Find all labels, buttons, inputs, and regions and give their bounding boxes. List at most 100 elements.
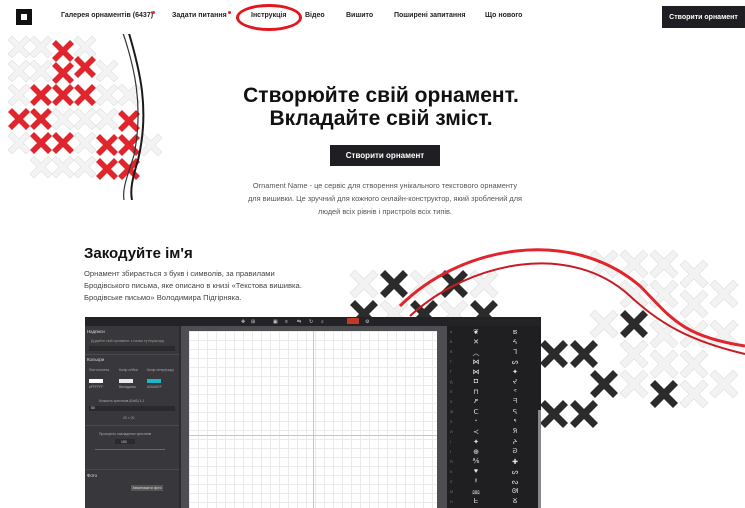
glyph-tile[interactable]: ᔓ [504, 478, 526, 486]
glyph-tile[interactable]: ᖆ [504, 428, 526, 436]
mirror-icon[interactable]: ⇆ [297, 319, 301, 325]
row-number: Б [450, 340, 453, 344]
glyph-tile[interactable]: ✕ [465, 338, 487, 346]
upload-photo-button[interactable]: Завантажити фото [131, 485, 163, 491]
nav-whats-new[interactable]: Що нового [485, 12, 522, 19]
row-number: Г [450, 360, 452, 364]
color-swatch-bg[interactable] [89, 379, 103, 383]
glyph-tile[interactable]: ዖ [465, 398, 487, 406]
glyph-tile[interactable]: ᕝ [504, 388, 526, 396]
divider [85, 354, 179, 355]
color-label-stitch: Колір стібка [119, 368, 138, 372]
section-title: Закодуйте ім'я [84, 245, 193, 262]
glyph-tile[interactable]: ⅍ [465, 458, 487, 465]
glyph-tile[interactable]: ຣ [504, 328, 526, 336]
glyph-tile[interactable]: ᔕ [504, 468, 526, 476]
glyph-tile[interactable]: ⋈ [465, 368, 487, 376]
glyph-tile[interactable]: ᘐ [504, 448, 526, 456]
row-number: З [450, 420, 453, 424]
glyph-tile[interactable]: ᕐ [504, 418, 526, 426]
nav-ask-question[interactable]: Задати питання [172, 12, 227, 19]
hero-title: Створюйте свій орнамент. Вкладайте свій … [208, 84, 554, 130]
glyph-column-left: A Б В Г Ґ Д Е Є Ж З И І Ї Й К Л М Н ❦ ✕ … [447, 326, 494, 508]
glyph-tile[interactable]: ⅏ [465, 488, 487, 497]
glyph-tile[interactable]: ❦ [465, 328, 487, 336]
divider [85, 469, 179, 470]
glyph-tile[interactable]: ᐩ [465, 418, 487, 426]
opacity-slider[interactable] [95, 449, 165, 450]
size-display: 20 × 20 [123, 416, 135, 420]
create-ornament-button[interactable]: Створити орнамент [662, 6, 745, 28]
color-value-letters: #00ADEF [147, 385, 162, 389]
notification-dot [228, 11, 231, 14]
glyph-tile[interactable]: ᕋ [504, 408, 526, 416]
frame-icon[interactable]: ▣ [273, 319, 278, 325]
glyph-tile[interactable]: ⋈ [465, 358, 487, 366]
glyph-tile[interactable]: ᑕ [465, 408, 487, 416]
size-value: 50 [91, 406, 95, 410]
row-number: К [450, 470, 453, 474]
nav-gallery[interactable]: Галерея орнаментів (6437) [61, 12, 153, 19]
page-scrollbar[interactable] [538, 410, 541, 508]
glyph-tile[interactable]: ✚ [504, 458, 526, 466]
glyph-tile[interactable]: ᘜ [504, 498, 526, 506]
color-value-stitch: Випадково [119, 385, 136, 389]
nav-faq[interactable]: Поширені запитання [394, 12, 465, 19]
glyph-tile[interactable]: ᔨ [504, 438, 526, 446]
size-input[interactable] [89, 406, 175, 411]
glyph-tile[interactable]: ⊕ [465, 448, 487, 456]
glyph-tile[interactable]: ᔦ [504, 338, 526, 346]
glyph-tile[interactable]: ᔕ [504, 358, 526, 366]
embroidery-canvas[interactable] [189, 331, 437, 508]
divider [85, 425, 179, 426]
settings-panel: Надписи Додайте свій орнамент з назви ту… [85, 326, 179, 508]
grid-icon[interactable]: ⊞ [251, 319, 255, 325]
nav-embroidered[interactable]: Вишито [346, 12, 373, 19]
opacity-label: Прозорість накладених хрестиків [99, 432, 152, 436]
rotate-icon[interactable]: ↻ [309, 319, 313, 325]
glyph-tile[interactable]: ♥ [465, 468, 487, 475]
glyph-tile[interactable]: ☿ [465, 478, 487, 485]
glyph-tile[interactable]: ᖷ [504, 398, 526, 406]
glyph-tile[interactable]: ᖶ [465, 498, 487, 506]
glyph-tile[interactable]: ◘ [465, 378, 487, 385]
glyph-tile[interactable]: ✦ [465, 438, 487, 446]
horizontal-guide [189, 435, 437, 436]
logo-icon[interactable] [16, 9, 32, 25]
glyph-tile[interactable]: ≺ [465, 428, 487, 436]
app-preview: ✥ ⊞ ▣ ≡ ⇆ ↻ ⌕ ⚙ Надписи Додайте свій орн… [85, 317, 541, 508]
hero-title-line2: Вкладайте свій зміст. [269, 107, 493, 130]
align-icon[interactable]: ≡ [285, 319, 288, 325]
color-label-letters: Колір літер/узору [147, 368, 174, 372]
zoom-icon[interactable]: ⌕ [321, 319, 324, 325]
move-icon[interactable]: ✥ [241, 319, 245, 325]
color-toggle[interactable] [347, 318, 359, 324]
section-description: Орнамент збирається з букв і символів, з… [84, 269, 302, 302]
row-number: И [450, 430, 453, 434]
top-nav: Галерея орнаментів (6437) Задати питання… [0, 0, 745, 34]
row-number: Ї [450, 450, 451, 454]
cross-stitch-decoration [7, 30, 163, 200]
nav-video[interactable]: Відео [305, 12, 325, 19]
row-number: Ґ [450, 370, 452, 374]
opacity-value: 100 [121, 440, 127, 444]
hero-create-ornament-button[interactable]: Створити орнамент [330, 145, 440, 166]
row-number: Є [450, 400, 453, 404]
glyph-column-right: ຣ ᔦ ᒣ ᔕ ✦ ᔪ ᕝ ᖷ ᕋ ᕐ ᖆ ᔨ ᘐ ✚ ᔕ ᔓ ᘛ ᘜ [494, 326, 541, 508]
settings-icon[interactable]: ⚙ [365, 319, 369, 325]
glyph-tile[interactable]: ︿ [465, 348, 487, 358]
glyph-tile[interactable]: ⊓ [465, 388, 487, 396]
color-swatch-stitch[interactable] [119, 379, 133, 383]
row-number: Л [450, 480, 453, 484]
glyph-tile[interactable]: ᘛ [504, 488, 526, 496]
glyph-tile[interactable]: ᒣ [504, 348, 526, 356]
glyph-tile[interactable]: ᔪ [504, 378, 526, 386]
row-number: М [450, 490, 453, 494]
row-number: Е [450, 390, 453, 394]
row-number: В [450, 350, 453, 354]
color-swatch-letters[interactable] [147, 379, 161, 383]
photo-title: Фото [87, 473, 98, 478]
glyph-tile[interactable]: ✦ [504, 368, 526, 376]
inscription-input[interactable] [89, 346, 175, 351]
size-label: Кількість хрестиків (ШхВ) 1:1 [99, 399, 145, 403]
